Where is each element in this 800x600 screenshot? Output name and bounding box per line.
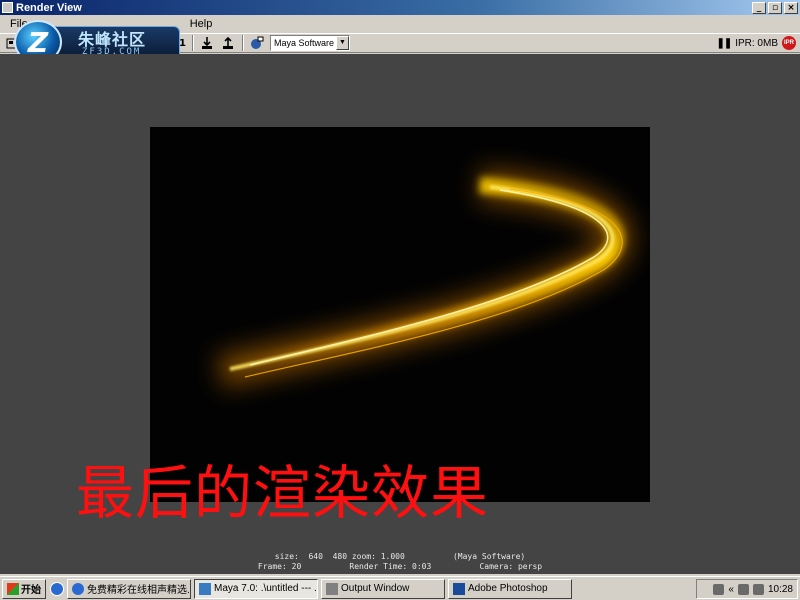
windows-flag-icon — [7, 582, 19, 595]
clock: 10:28 — [767, 583, 793, 595]
volume-icon[interactable] — [752, 583, 764, 595]
rendered-image — [150, 127, 650, 502]
ipr-status: ❚❚ IPR: 0MB IPR — [716, 36, 796, 50]
tray-expand-arrow[interactable]: « — [728, 584, 734, 595]
render-region-icon[interactable] — [247, 34, 267, 52]
task-photoshop[interactable]: Adobe Photoshop — [448, 578, 572, 599]
window-title-bar[interactable]: Render View _ ▫ × — [0, 0, 800, 15]
task-output-window[interactable]: Output Window — [321, 578, 445, 599]
task-browser[interactable]: 免费精彩在线相声精选... — [67, 578, 191, 599]
ipr-memory-label: IPR: 0MB — [735, 37, 778, 49]
remove-image-icon[interactable] — [218, 34, 238, 52]
app-icon — [2, 2, 13, 13]
chevron-down-icon[interactable]: ▼ — [336, 36, 349, 50]
pause-icon[interactable]: ❚❚ — [716, 38, 732, 49]
toolbar-separator — [242, 35, 244, 51]
caption-overlay: 最后的渲染效果 — [76, 459, 490, 527]
task-label: Output Window — [341, 583, 410, 594]
ipr-render-button[interactable]: IPR — [782, 36, 796, 50]
render-info-size: size: 640 480 zoom: 1.000 (Maya Software… — [274, 552, 526, 561]
render-viewport[interactable]: 最后的渲染效果 size: 640 480 zoom: 1.000 (Maya … — [0, 54, 800, 574]
renderer-select[interactable]: Maya Software ▼ — [270, 35, 350, 51]
output-window-icon — [326, 582, 338, 595]
ie-quicklaunch-icon[interactable] — [50, 581, 64, 596]
photoshop-icon — [453, 582, 465, 595]
task-label: Adobe Photoshop — [468, 583, 548, 594]
close-button[interactable]: × — [784, 1, 798, 14]
maya-icon — [199, 582, 211, 595]
system-tray: « 10:28 — [696, 579, 798, 599]
start-button[interactable]: 开始 — [2, 578, 46, 599]
menu-help[interactable]: Help — [184, 15, 219, 33]
keep-image-icon[interactable] — [197, 34, 217, 52]
task-label: 免费精彩在线相声精选... — [87, 585, 191, 596]
light-trail-render — [216, 168, 633, 389]
task-label: Maya 7.0: .\untitled --- ... — [214, 583, 318, 594]
network-icon[interactable] — [737, 583, 749, 595]
browser-icon — [72, 582, 84, 595]
taskbar: 开始 免费精彩在线相声精选... Maya 7.0: .\untitled --… — [0, 576, 800, 600]
maximize-button[interactable]: ▫ — [768, 1, 782, 14]
window-title: Render View — [16, 1, 82, 14]
minimize-button[interactable]: _ — [752, 1, 766, 14]
task-maya[interactable]: Maya 7.0: .\untitled --- ... — [194, 578, 318, 599]
start-label: 开始 — [21, 585, 41, 596]
render-info-frame: Frame: 20 Render Time: 0:03 Camera: pers… — [257, 562, 543, 571]
input-method-icon[interactable] — [713, 583, 725, 595]
renderer-value: Maya Software — [274, 38, 335, 48]
toolbar-separator — [192, 35, 194, 51]
